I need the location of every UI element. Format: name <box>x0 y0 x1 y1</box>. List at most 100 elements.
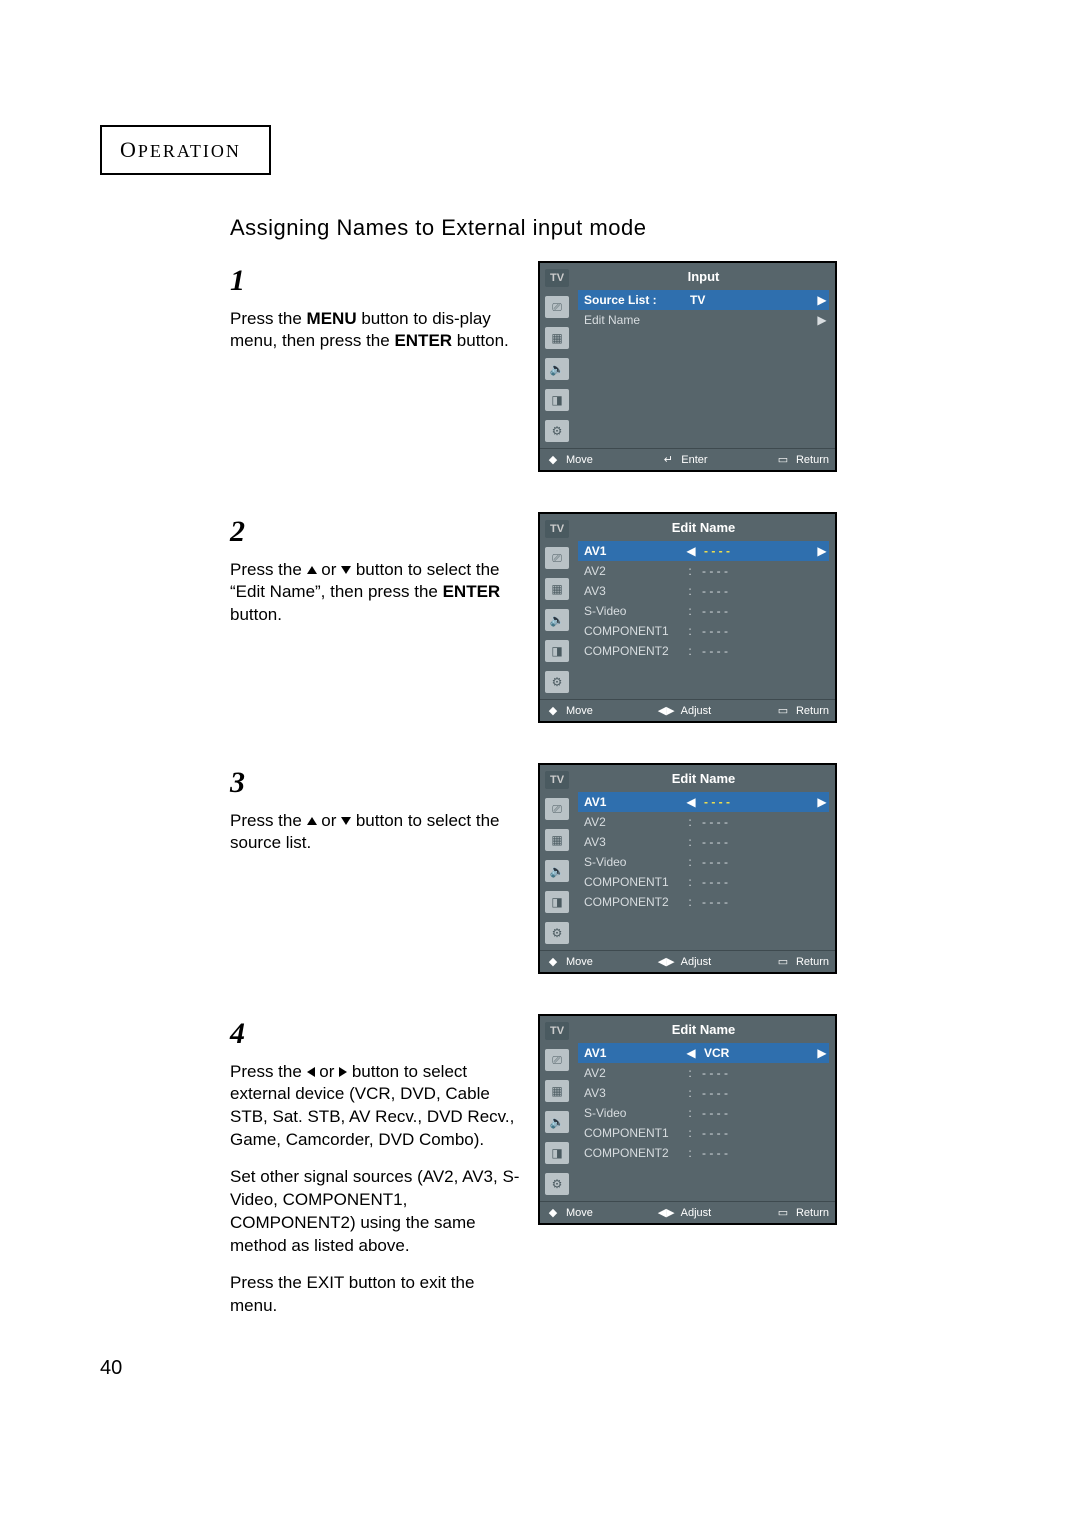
osd-step4: TV ⎚ ▦ 🔉 ◨ ⚙ Edit Name AV1 ◀ VCR ▶ AV2:-… <box>538 1014 837 1225</box>
list-item: S-Video:- - - - <box>578 852 829 872</box>
picture-icon: ▦ <box>545 327 569 349</box>
right-arrow-icon: ▶ <box>815 293 829 307</box>
return-icon: ▭ <box>776 955 790 968</box>
list-item: COMPONENT1:- - - - <box>578 1123 829 1143</box>
return-icon: ▭ <box>776 1206 790 1219</box>
osd-step2: TV ⎚ ▦ 🔉 ◨ ⚙ Edit Name AV1 ◀ - - - - ▶ A… <box>538 512 837 723</box>
osd3-row-av1: AV1 ◀ - - - - ▶ <box>578 792 829 812</box>
osd1-row-editname: Edit Name ▶ <box>578 310 829 330</box>
step-3: 3 Press the or button to select the sour… <box>230 763 970 974</box>
section-title-box: OPERATION <box>100 125 271 175</box>
down-arrow-icon <box>341 566 351 574</box>
list-item: AV3:- - - - <box>578 581 829 601</box>
right-arrow-icon: ▶ <box>815 795 829 809</box>
step-4-para2: Set other signal sources (AV2, AV3, S-Vi… <box>230 1166 520 1258</box>
left-arrow-icon: ◀ <box>684 795 698 809</box>
input-icon: ⎚ <box>545 1049 569 1071</box>
step-4-number: 4 <box>230 1014 520 1055</box>
step-3-number: 3 <box>230 763 520 804</box>
tv-icon: TV <box>545 771 569 789</box>
list-item: COMPONENT1:- - - - <box>578 872 829 892</box>
list-item: AV2:- - - - <box>578 561 829 581</box>
osd2-title: Edit Name <box>578 518 829 541</box>
channel-icon: ◨ <box>545 640 569 662</box>
picture-icon: ▦ <box>545 578 569 600</box>
list-item: COMPONENT2:- - - - <box>578 641 829 661</box>
osd1-row-source: Source List : TV ▶ <box>578 290 829 310</box>
sound-icon: 🔉 <box>545 1111 569 1133</box>
osd4-row-av1: AV1 ◀ VCR ▶ <box>578 1043 829 1063</box>
picture-icon: ▦ <box>545 829 569 851</box>
enter-icon: ↵ <box>661 453 675 466</box>
osd3-footer: ◆Move ◀▶Adjust ▭Return <box>540 950 835 972</box>
setup-icon: ⚙ <box>545 1173 569 1195</box>
section-title: OPERATION <box>120 137 241 162</box>
input-icon: ⎚ <box>545 547 569 569</box>
sound-icon: 🔉 <box>545 860 569 882</box>
return-icon: ▭ <box>776 453 790 466</box>
step-2-text: 2 Press the or button to select the “Edi… <box>230 512 538 627</box>
osd4-title: Edit Name <box>578 1020 829 1043</box>
setup-icon: ⚙ <box>545 922 569 944</box>
osd-step3: TV ⎚ ▦ 🔉 ◨ ⚙ Edit Name AV1 ◀ - - - - ▶ A… <box>538 763 837 974</box>
osd1-title: Input <box>578 267 829 290</box>
list-item: S-Video:- - - - <box>578 601 829 621</box>
right-arrow-icon: ▶ <box>815 313 829 327</box>
osd2-row-av1: AV1 ◀ - - - - ▶ <box>578 541 829 561</box>
list-item: COMPONENT1:- - - - <box>578 621 829 641</box>
right-arrow-icon: ▶ <box>815 544 829 558</box>
osd-sidebar: TV ⎚ ▦ 🔉 ◨ ⚙ <box>540 765 574 950</box>
step-1-number: 1 <box>230 261 520 302</box>
step-4: 4 Press the or button to select external… <box>230 1014 970 1318</box>
up-arrow-icon <box>307 817 317 825</box>
step-2: 2 Press the or button to select the “Edi… <box>230 512 970 723</box>
osd1-footer: ◆Move ↵Enter ▭Return <box>540 448 835 470</box>
setup-icon: ⚙ <box>545 420 569 442</box>
tv-icon: TV <box>545 269 569 287</box>
list-item: AV3:- - - - <box>578 832 829 852</box>
page-number: 40 <box>100 1357 122 1380</box>
left-arrow-icon: ◀ <box>684 1046 698 1060</box>
channel-icon: ◨ <box>545 891 569 913</box>
tv-icon: TV <box>545 520 569 538</box>
right-arrow-icon: ▶ <box>815 1046 829 1060</box>
osd-sidebar: TV ⎚ ▦ 🔉 ◨ ⚙ <box>540 263 574 448</box>
leftright-icon: ◀▶ <box>658 955 675 968</box>
channel-icon: ◨ <box>545 1142 569 1164</box>
step-4-text: 4 Press the or button to select external… <box>230 1014 538 1318</box>
step-4-para3: Press the EXIT button to exit the menu. <box>230 1272 520 1318</box>
list-item: S-Video:- - - - <box>578 1103 829 1123</box>
osd2-footer: ◆Move ◀▶Adjust ▭Return <box>540 699 835 721</box>
osd3-title: Edit Name <box>578 769 829 792</box>
step-2-number: 2 <box>230 512 520 553</box>
down-arrow-icon <box>341 817 351 825</box>
list-item: AV2:- - - - <box>578 812 829 832</box>
osd-sidebar: TV ⎚ ▦ 🔉 ◨ ⚙ <box>540 514 574 699</box>
right-arrow-icon <box>339 1067 347 1077</box>
list-item: AV3:- - - - <box>578 1083 829 1103</box>
left-arrow-icon <box>307 1067 315 1077</box>
osd-step1: TV ⎚ ▦ 🔉 ◨ ⚙ Input Source List : TV ▶ Ed… <box>538 261 837 472</box>
up-arrow-icon <box>307 566 317 574</box>
updown-icon: ◆ <box>546 955 560 968</box>
updown-icon: ◆ <box>546 704 560 717</box>
sound-icon: 🔉 <box>545 609 569 631</box>
leftright-icon: ◀▶ <box>658 704 675 717</box>
leftright-icon: ◀▶ <box>658 1206 675 1219</box>
page-subtitle: Assigning Names to External input mode <box>230 215 970 241</box>
step-3-text: 3 Press the or button to select the sour… <box>230 763 538 855</box>
step-1: 1 Press the MENU button to dis-play menu… <box>230 261 970 472</box>
list-item: AV2:- - - - <box>578 1063 829 1083</box>
osd-sidebar: TV ⎚ ▦ 🔉 ◨ ⚙ <box>540 1016 574 1201</box>
return-icon: ▭ <box>776 704 790 717</box>
left-arrow-icon: ◀ <box>684 544 698 558</box>
list-item: COMPONENT2:- - - - <box>578 892 829 912</box>
step-1-text: 1 Press the MENU button to dis-play menu… <box>230 261 538 353</box>
osd4-footer: ◆Move ◀▶Adjust ▭Return <box>540 1201 835 1223</box>
sound-icon: 🔉 <box>545 358 569 380</box>
setup-icon: ⚙ <box>545 671 569 693</box>
updown-icon: ◆ <box>546 1206 560 1219</box>
input-icon: ⎚ <box>545 798 569 820</box>
updown-icon: ◆ <box>546 453 560 466</box>
list-item: COMPONENT2:- - - - <box>578 1143 829 1163</box>
